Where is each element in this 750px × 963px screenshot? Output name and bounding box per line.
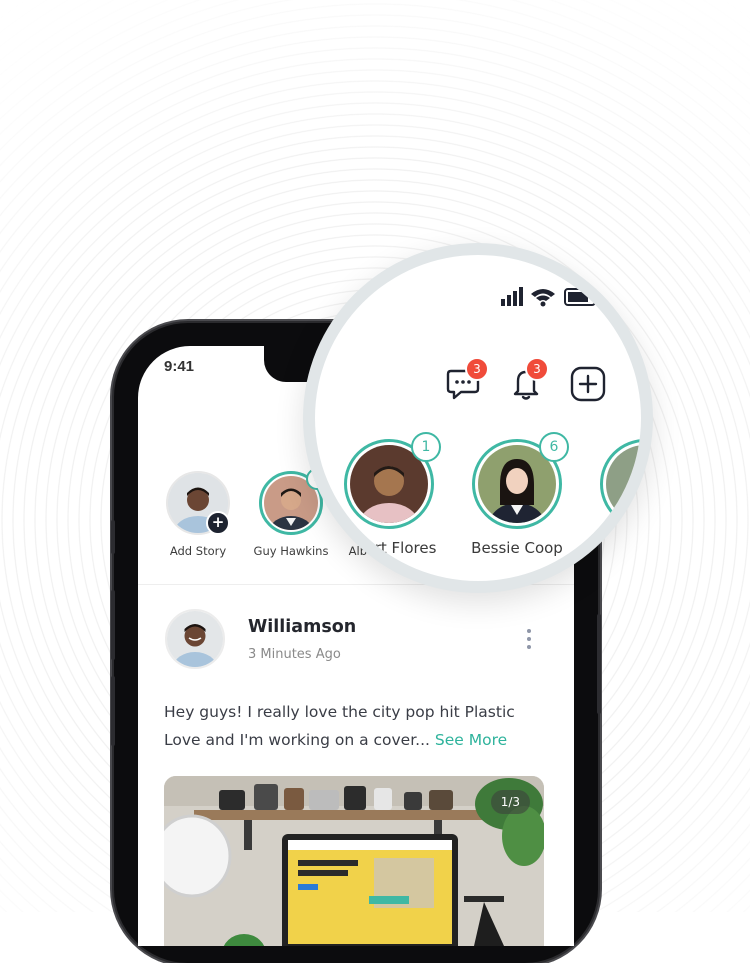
zoom-story-next[interactable] [585,439,641,529]
story-count-badge: 6 [539,432,569,462]
post-author-name[interactable]: Williamson [248,617,356,637]
post-author-avatar[interactable] [165,609,225,669]
see-more-link[interactable]: See More [435,731,507,749]
zoom-story-albert-flores[interactable]: 1 Albert Flores [329,432,449,557]
story-name: Bessie Coop [471,539,563,557]
zoom-lens: 3 3 1 Albert Flores 6 Bessie Coop [303,243,653,593]
post-timestamp: 3 Minutes Ago [248,647,341,662]
story-ring: 6 [472,432,569,529]
status-time: 9:41 [164,358,195,375]
story-name: Guy Hawkins [253,544,329,558]
story-ring: 5 [259,468,328,535]
story-name: Albert Flores [341,539,437,557]
phone-side-button [111,590,115,660]
plus-square-icon [570,366,606,402]
post-text: Hey guys! I really love the city pop hit… [164,698,554,754]
story-ring [600,439,641,529]
status-icons [501,287,596,307]
more-options-icon[interactable] [524,629,534,655]
messages-badge: 3 [465,357,489,381]
notifications-badge: 3 [525,357,549,381]
story-add[interactable]: + Add Story [148,471,248,558]
story-name: Add Story [169,544,227,558]
workspace-photo [164,776,544,946]
post-image[interactable]: 1/3 [164,776,544,946]
notifications-button[interactable]: 3 [507,357,549,403]
story-ring: 1 [344,432,441,529]
zoom-lens-content: 3 3 1 Albert Flores 6 Bessie Coop [315,255,641,581]
create-post-button[interactable] [569,365,609,405]
add-story-plus-icon[interactable]: + [206,511,230,535]
story-count-badge: 1 [411,432,441,462]
image-counter: 1/3 [490,790,530,814]
story-ring: + [166,471,230,535]
phone-power-button [597,614,601,714]
avatar [606,445,641,523]
phone-side-button [111,520,115,554]
phone-side-button [111,676,115,746]
messages-button[interactable]: 3 [445,357,489,403]
zoom-story-bessie-cooper[interactable]: 6 Bessie Coop [457,432,577,557]
